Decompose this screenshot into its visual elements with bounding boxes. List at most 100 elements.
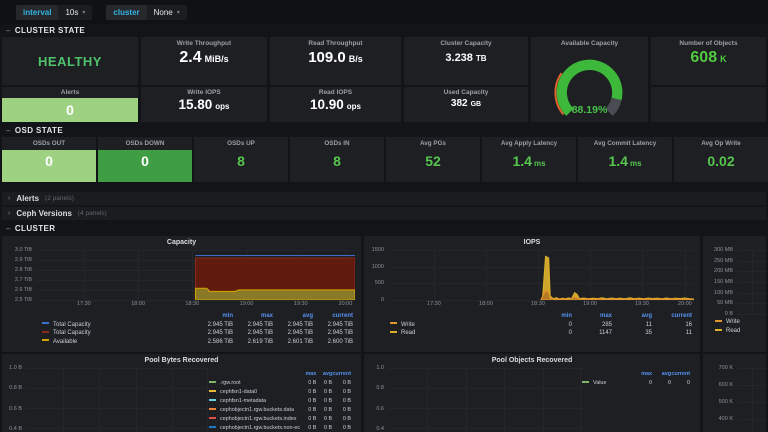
series-color-dash [209, 408, 216, 410]
cluster-variable-dropdown[interactable]: cluster None ▾ [106, 5, 186, 20]
panel-title: Alerts [2, 87, 138, 98]
used-capacity-panel[interactable]: Used Capacity 382GB [404, 87, 528, 122]
capacity-chart-plot[interactable] [36, 250, 355, 300]
series-color-dash [209, 399, 216, 401]
stat-value: 382 [451, 98, 468, 109]
stat-unit: ops [347, 102, 361, 111]
throughput-chart-panel-cut[interactable]: 300 MB250 MB200 MB150 MB100 MB50 MB0 B W… [703, 236, 766, 352]
y-axis: 300 MB250 MB200 MB150 MB100 MB50 MB0 B [705, 250, 737, 314]
pool-bytes-recovered-panel[interactable]: Pool Bytes Recovered 1.0 B0.8 B0.6 B0.4 … [2, 354, 361, 432]
legend-column-header: avg [273, 312, 313, 321]
panel-title: Cluster Capacity [404, 37, 528, 49]
osds-down-panel[interactable]: OSDs DOWN 0 [98, 137, 192, 182]
legend-series-name[interactable]: Total Capacity [42, 321, 193, 330]
y-tick-label: 2.5 TiB [15, 297, 32, 303]
read-iops-panel[interactable]: Read IOPS 10.90ops [270, 87, 401, 122]
avg-pgs-panel[interactable]: Avg PGs 52 [386, 137, 480, 182]
legend-value: 0 B [316, 397, 332, 406]
section-header-cluster-state[interactable]: – CLUSTER STATE [0, 24, 768, 36]
collapsed-section-ceph-versions[interactable]: › Ceph Versions (4 panels) [2, 207, 766, 220]
y-tick-label: 600 K [719, 382, 733, 388]
panel-title: Pool Objects Recovered [364, 354, 700, 366]
legend-value: 0 B [316, 379, 332, 388]
y-tick-label: 500 K [719, 399, 733, 405]
legend-series-name[interactable]: cephobjectn1.rgw.buckets.data [209, 406, 300, 415]
stat-unit: GB [471, 101, 482, 108]
collapsed-section-alerts[interactable]: › Alerts (2 panels) [2, 192, 766, 205]
legend-series-name[interactable]: cephfsn1-metadata [209, 397, 300, 406]
write-throughput-panel[interactable]: Write Throughput 2.4MiB/s [141, 37, 267, 85]
pool-objects-recovered-panel[interactable]: Pool Objects Recovered 1.00.80.60.40.20 … [364, 354, 700, 432]
avg-op-write-panel[interactable]: Avg Op Write 0.02 [674, 137, 768, 182]
x-tick-label: 19:30 [635, 301, 649, 307]
avg-commit-latency-panel[interactable]: Avg Commit Latency 1.4ms [578, 137, 672, 182]
number-of-objects-panel[interactable]: Number of Objects 608K [651, 37, 766, 85]
legend-row: cephobjectn1.rgw.buckets.data0 B0 B0 B [209, 406, 351, 415]
legend-value: 0 B [316, 388, 332, 397]
section-header-cluster[interactable]: – CLUSTER [0, 222, 768, 234]
legend-series-name[interactable]: Write [390, 321, 532, 330]
pool-objects-chart-plot[interactable] [388, 368, 582, 432]
health-status-panel[interactable]: HEALTHY [2, 37, 138, 85]
available-capacity-gauge-panel[interactable]: Available Capacity 88.19% [531, 37, 648, 122]
section-title: Ceph Versions [16, 209, 72, 218]
read-throughput-panel[interactable]: Read Throughput 109.0B/s [270, 37, 401, 85]
osds-out-panel[interactable]: OSDs OUT 0 [2, 137, 96, 182]
y-tick-label: 2.6 TiB [15, 287, 32, 293]
chart-plot[interactable] [737, 368, 766, 432]
legend-series-name[interactable]: Read [715, 327, 766, 336]
legend-series-name[interactable]: .rgw.root [209, 379, 300, 388]
legend-value: 0 [532, 329, 572, 338]
legend-column-header: avg [612, 312, 652, 321]
cluster-state-panels: HEALTHY Alerts 0 Write Throughput 2.4MiB… [2, 37, 766, 122]
section-header-osd-state[interactable]: – OSD STATE [0, 124, 768, 136]
objects-chart-panel-cut[interactable]: 700 K600 K500 K400 K300 K200 K100 K [703, 354, 766, 432]
cluster-capacity-panel[interactable]: Cluster Capacity 3.238TB [404, 37, 528, 85]
legend-series-name[interactable]: Value [582, 379, 633, 388]
series-color-dash [42, 322, 49, 324]
legend-value: 0 B [316, 424, 332, 432]
legend-series-name[interactable]: Read [390, 329, 532, 338]
y-tick-label: 700 K [719, 365, 733, 371]
legend-series-name[interactable]: cephobjectn1.rgw.buckets.index [209, 415, 300, 424]
alerts-panel[interactable]: Alerts 0 [2, 87, 138, 122]
legend-series-name[interactable]: Write [715, 318, 766, 327]
legend-row: cephfsn1-data00 B0 B0 B [209, 388, 351, 397]
series-color-dash [209, 390, 216, 392]
legend-series-name[interactable]: cephfsn1-data0 [209, 388, 300, 397]
osds-up-panel[interactable]: OSDs UP 8 [194, 137, 288, 182]
stat-unit: ops [215, 102, 229, 111]
panel-title: Write Throughput [141, 37, 267, 49]
iops-chart-plot[interactable] [388, 250, 694, 300]
panel-count: (2 panels) [45, 195, 74, 202]
interval-variable-dropdown[interactable]: interval 10s ▾ [16, 5, 92, 20]
panel-title: Avg PGs [386, 137, 480, 150]
panel-title: OSDs DOWN [98, 137, 192, 150]
series-color-dash [390, 322, 397, 324]
iops-chart-panel[interactable]: IOPS 150010005000 17:3018:0018:3019:0019… [364, 236, 700, 352]
legend-series-name[interactable]: Available [42, 338, 193, 347]
pool-bytes-chart-plot[interactable] [26, 368, 209, 432]
legend-value: 2.945 TiB [193, 329, 233, 338]
legend-value: 0 [671, 379, 690, 388]
legend-value: 2.945 TiB [273, 321, 313, 330]
legend-column-header: current [652, 312, 692, 321]
series-color-dash [42, 339, 49, 341]
legend-series-name[interactable]: cephobjectn1.rgw.buckets.non-ec [209, 424, 300, 432]
y-tick-label: 0.8 [376, 385, 384, 391]
legend-series-name[interactable]: Total Capacity [42, 329, 193, 338]
stat-value: 52 [425, 153, 441, 169]
series-color-dash [209, 426, 216, 428]
osds-in-panel[interactable]: OSDs IN 8 [290, 137, 384, 182]
avg-apply-latency-panel[interactable]: Avg Apply Latency 1.4ms [482, 137, 576, 182]
stat-value: 10.90 [310, 97, 344, 112]
write-iops-panel[interactable]: Write IOPS 15.80ops [141, 87, 267, 122]
x-axis: 17:3018:0018:3019:0019:3020:00 [36, 301, 355, 310]
y-axis: 150010005000 [366, 250, 388, 300]
osd-state-panels: OSDs OUT 0 OSDs DOWN 0 OSDs UP 8 OSDs IN… [2, 137, 766, 182]
chart-plot[interactable] [737, 250, 766, 314]
legend-value: 0 B [300, 415, 316, 424]
legend-value: 35 [612, 329, 652, 338]
capacity-chart-panel[interactable]: Capacity 3.0 TiB2.9 TiB2.8 TiB2.7 TiB2.6… [2, 236, 361, 352]
y-tick-label: 0.6 [376, 406, 384, 412]
